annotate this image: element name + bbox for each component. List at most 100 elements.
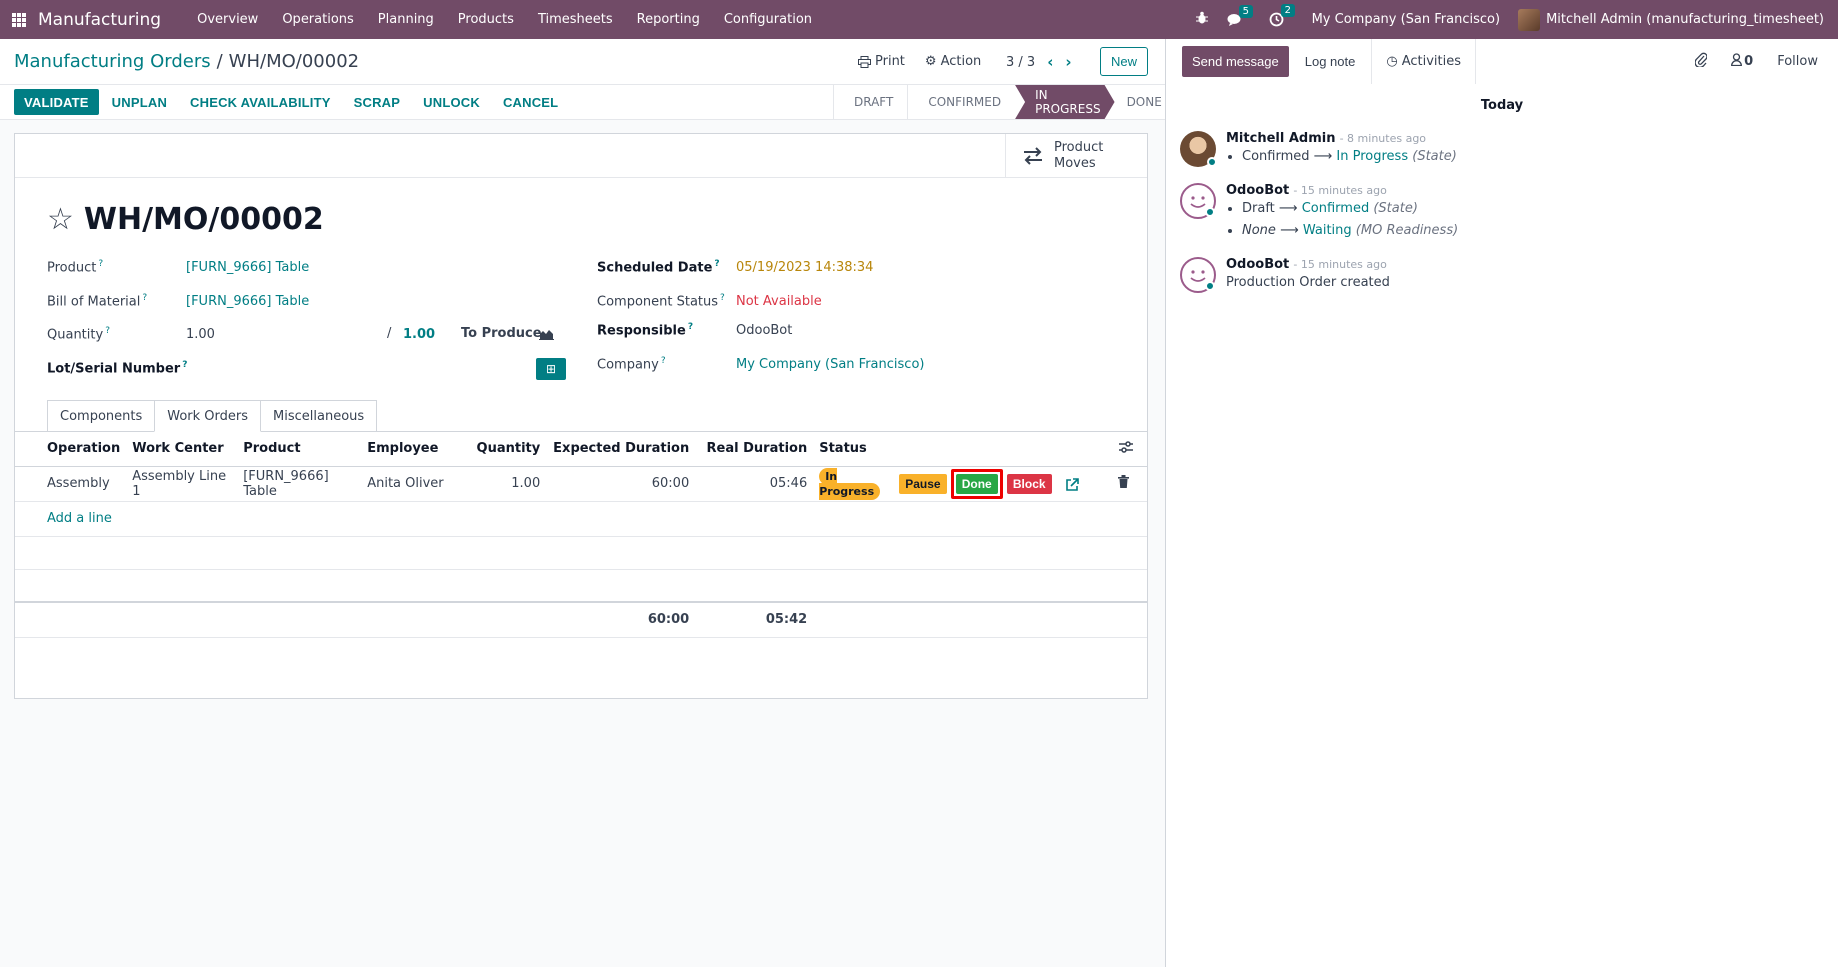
tracking-old-value: Draft <box>1242 201 1275 216</box>
unlock-button[interactable]: UNLOCK <box>413 89 490 115</box>
send-message-button[interactable]: Send message <box>1182 46 1289 77</box>
star-icon[interactable]: ☆ <box>47 204 74 235</box>
validate-button[interactable]: VALIDATE <box>14 89 99 115</box>
col-real-duration[interactable]: Real Duration <box>695 432 814 467</box>
control-panel: Manufacturing Orders / WH/MO/00002 Print… <box>0 39 1165 84</box>
follow-button[interactable]: Follow <box>1777 54 1818 69</box>
done-highlight-frame: Done <box>950 468 1003 499</box>
lot-generate-button[interactable]: ⊞ <box>536 358 566 380</box>
new-button[interactable]: New <box>1100 47 1148 76</box>
col-status[interactable]: Status <box>813 432 894 467</box>
area-chart-icon[interactable] <box>539 328 554 340</box>
col-quantity[interactable]: Quantity <box>461 432 547 467</box>
check-availability-button[interactable]: CHECK AVAILABILITY <box>180 89 341 115</box>
col-employee[interactable]: Employee <box>361 432 462 467</box>
messages-icon[interactable]: 5 <box>1227 4 1253 27</box>
stage-draft[interactable]: DRAFT <box>833 85 907 119</box>
followers-button[interactable]: 0 <box>1731 53 1753 70</box>
tracking-old-value: None <box>1242 223 1276 238</box>
quantity-target: 1.00 <box>403 327 436 342</box>
breadcrumb-manufacturing-orders[interactable]: Manufacturing Orders <box>14 51 211 72</box>
app-switcher-icon[interactable] <box>2 0 36 39</box>
cancel-button[interactable]: CANCEL <box>493 89 568 115</box>
tracking-old-value: Confirmed <box>1242 149 1310 164</box>
user-menu[interactable]: Mitchell Admin (manufacturing_timesheet) <box>1518 8 1824 31</box>
tracking-field: (State) <box>1412 149 1457 164</box>
action-button[interactable]: ⚙ Action <box>925 54 981 69</box>
totals-row: 60:00 05:42 <box>15 601 1147 638</box>
message-item: Mitchell Admin - 8 minutes ago Confirmed… <box>1180 131 1457 168</box>
exchange-arrows-icon <box>1024 147 1042 165</box>
menu-configuration[interactable]: Configuration <box>712 12 824 27</box>
scrap-button[interactable]: SCRAP <box>344 89 411 115</box>
smart-button-bar: Product Moves <box>15 134 1147 178</box>
cell-real-duration: 05:46 <box>695 466 814 502</box>
stage-in-progress[interactable]: IN PROGRESS <box>1015 85 1114 119</box>
block-button[interactable]: Block <box>1006 473 1052 494</box>
responsible-label: Responsible? <box>597 322 694 339</box>
add-line-link[interactable]: Add a line <box>47 511 112 526</box>
trash-icon[interactable] <box>1118 475 1129 488</box>
tracking-field: (State) <box>1373 201 1418 216</box>
main-menu: Overview Operations Planning Products Ti… <box>185 12 824 27</box>
cell-quantity: 1.00 <box>461 466 547 502</box>
heart-status-icon <box>1205 281 1215 291</box>
cell-work-center: Assembly Line 1 <box>126 466 238 502</box>
message-time: - 8 minutes ago <box>1339 132 1427 145</box>
print-button[interactable]: Print <box>858 54 905 69</box>
menu-planning[interactable]: Planning <box>366 12 446 27</box>
menu-timesheets[interactable]: Timesheets <box>526 12 625 27</box>
menu-products[interactable]: Products <box>446 12 526 27</box>
col-expected-duration[interactable]: Expected Duration <box>546 432 696 467</box>
tab-components[interactable]: Components <box>47 400 156 432</box>
message-author[interactable]: OdooBot <box>1226 183 1289 198</box>
avatar[interactable] <box>1180 257 1216 293</box>
paperclip-icon[interactable] <box>1694 52 1708 71</box>
column-settings-icon[interactable] <box>1119 441 1133 453</box>
pause-button[interactable]: Pause <box>899 473 947 494</box>
stage-confirmed[interactable]: CONFIRMED <box>907 85 1015 119</box>
product-moves-button[interactable]: Product Moves <box>1005 134 1147 178</box>
col-work-center[interactable]: Work Center <box>126 432 238 467</box>
done-button[interactable]: Done <box>955 473 998 494</box>
menu-overview[interactable]: Overview <box>185 12 270 27</box>
company-field[interactable]: My Company (San Francisco) <box>736 357 924 372</box>
bom-label: Bill of Material? <box>47 293 148 310</box>
col-product[interactable]: Product <box>237 432 362 467</box>
activities-label: Activities <box>1401 54 1461 69</box>
table-row[interactable]: Assembly Assembly Line 1 [FURN_9666] Tab… <box>15 466 1147 502</box>
menu-operations[interactable]: Operations <box>270 12 365 27</box>
product-field[interactable]: [FURN_9666] Table <box>186 260 309 275</box>
scheduled-date-field[interactable]: 05/19/2023 14:38:34 <box>736 260 873 275</box>
quantity-field[interactable]: 1.00 <box>186 327 215 342</box>
menu-reporting[interactable]: Reporting <box>625 12 712 27</box>
messages-count-badge: 5 <box>1238 4 1253 18</box>
form-sheet: Product Moves ☆ WH/MO/00002 Product? [FU… <box>14 133 1148 699</box>
tab-miscellaneous[interactable]: Miscellaneous <box>260 400 378 432</box>
message-time: - 15 minutes ago <box>1293 184 1387 197</box>
avatar[interactable] <box>1180 183 1216 219</box>
status-bar: VALIDATE UNPLAN CHECK AVAILABILITY SCRAP… <box>0 84 1165 120</box>
arrow-right-icon: ⟶ <box>1280 223 1299 238</box>
scheduled-date-label: Scheduled Date? <box>597 259 720 276</box>
responsible-field[interactable]: OdooBot <box>736 323 792 338</box>
log-note-button[interactable]: Log note <box>1288 46 1372 77</box>
chevron-right-icon[interactable]: › <box>1065 53 1071 71</box>
activities-button[interactable]: ◷ Activities <box>1371 39 1476 84</box>
tab-work-orders[interactable]: Work Orders <box>154 400 262 432</box>
col-operation[interactable]: Operation <box>15 432 127 467</box>
message-author[interactable]: OdooBot <box>1226 257 1289 272</box>
external-link-icon[interactable] <box>1065 477 1079 491</box>
chevron-left-icon[interactable]: ‹ <box>1047 53 1053 71</box>
bom-field[interactable]: [FURN_9666] Table <box>186 294 309 309</box>
pager-value[interactable]: 3 / 3 <box>1006 55 1035 70</box>
activities-clock-icon[interactable]: 2 <box>1269 4 1295 27</box>
message-author[interactable]: Mitchell Admin <box>1226 131 1335 146</box>
message-item: OdooBot - 15 minutes ago Production Orde… <box>1180 257 1390 293</box>
chatter-panel: Send message Log note ◷ Activities 0 Fol… <box>1165 39 1838 967</box>
app-brand[interactable]: Manufacturing <box>38 10 161 30</box>
bug-icon[interactable] <box>1195 11 1209 29</box>
unplan-button[interactable]: UNPLAN <box>102 89 177 115</box>
company-switcher[interactable]: My Company (San Francisco) <box>1312 12 1500 27</box>
avatar[interactable] <box>1180 131 1217 167</box>
